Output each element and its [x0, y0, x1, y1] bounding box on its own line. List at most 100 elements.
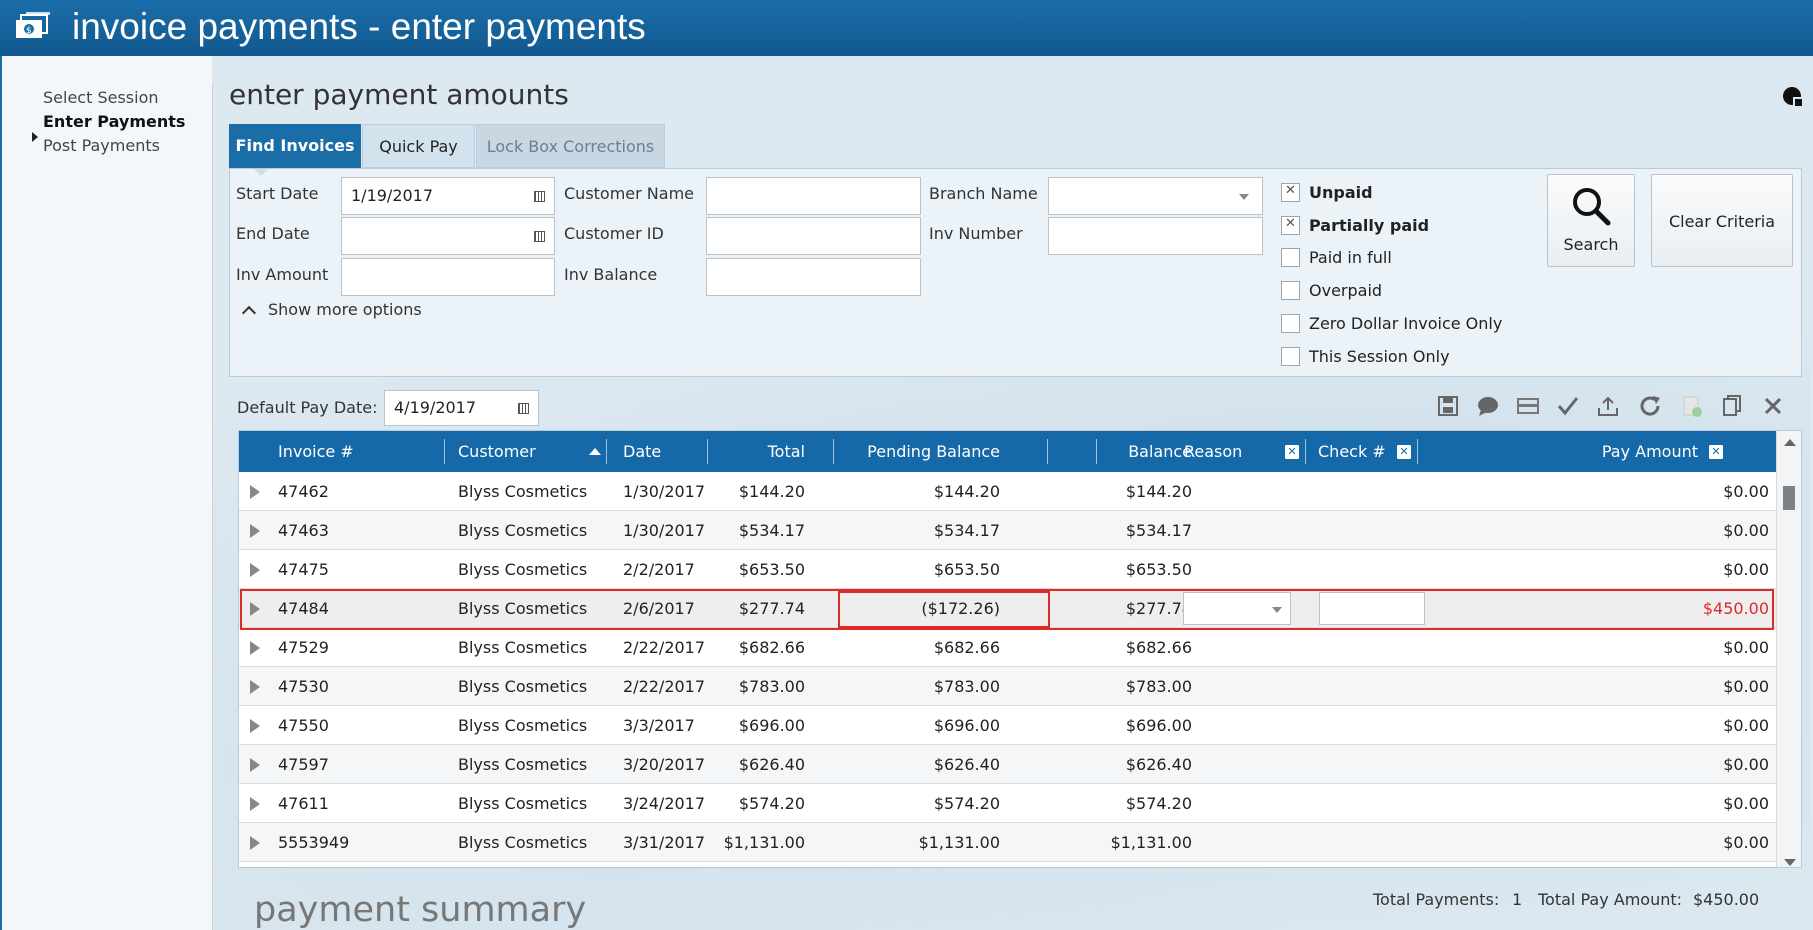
column-header-reason[interactable]: Reason	[1184, 431, 1242, 472]
customer-id-field[interactable]	[706, 217, 921, 255]
partially-paid-checkbox[interactable]	[1281, 216, 1300, 235]
column-header-total[interactable]: Total	[727, 431, 805, 472]
expand-row-icon[interactable]	[250, 563, 260, 577]
calendar-icon[interactable]	[534, 191, 545, 202]
this-session-checkbox[interactable]	[1281, 347, 1300, 366]
column-header-customer[interactable]: Customer	[458, 431, 536, 472]
pay-amount-cell[interactable]: $0.00	[1569, 784, 1769, 823]
invoice-number-cell: 47597	[278, 755, 329, 774]
default-pay-date-value: 4/19/2017	[394, 398, 477, 417]
search-button[interactable]: Search	[1547, 174, 1635, 267]
start-date-field[interactable]: 1/19/2017	[341, 177, 555, 215]
column-separator[interactable]	[1305, 439, 1306, 464]
vertical-scrollbar[interactable]	[1776, 431, 1801, 867]
pay-amount-cell[interactable]: $0.00	[1569, 511, 1769, 550]
balance-cell: $682.66	[1125, 638, 1192, 657]
paid-in-full-checkbox[interactable]	[1281, 248, 1300, 267]
expand-row-icon[interactable]	[250, 719, 260, 733]
pay-amount-cell[interactable]: $450.00	[1569, 589, 1769, 628]
inv-amount-field[interactable]	[341, 258, 555, 296]
calendar-icon[interactable]	[534, 231, 545, 242]
pay-amount-cell[interactable]: $0.00	[1569, 706, 1769, 745]
inv-number-field[interactable]	[1048, 217, 1263, 255]
overpaid-checkbox[interactable]	[1281, 281, 1300, 300]
copy-icon[interactable]	[1720, 394, 1744, 418]
refresh-icon[interactable]	[1638, 394, 1662, 418]
comment-icon[interactable]	[1476, 394, 1500, 418]
default-pay-date-field[interactable]: 4/19/2017	[384, 390, 539, 426]
scroll-down-arrow-icon[interactable]	[1784, 859, 1796, 866]
column-separator[interactable]	[1096, 439, 1097, 464]
expand-row-icon[interactable]	[250, 680, 260, 694]
column-header-balance[interactable]: Balance	[1049, 431, 1192, 472]
column-header-pending-balance[interactable]: Pending Balance	[839, 431, 1000, 472]
unpaid-checkbox[interactable]	[1281, 183, 1300, 202]
pay-amount-cell[interactable]: $0.00	[1569, 550, 1769, 589]
pay-amount-cell[interactable]: $0.00	[1569, 823, 1769, 862]
column-separator[interactable]	[606, 439, 607, 464]
customer-name-field[interactable]	[706, 177, 921, 215]
inv-balance-field[interactable]	[706, 258, 921, 296]
nav-item-post-payments[interactable]: Post Payments	[43, 136, 160, 155]
column-header-date[interactable]: Date	[623, 431, 661, 472]
table-row[interactable]: 5553949 Blyss Cosmetics 3/31/2017 $1,131.00…	[239, 823, 1776, 862]
table-row[interactable]: 47463 Blyss Cosmetics 1/30/2017 $534.17 $534…	[239, 511, 1776, 550]
chevron-down-icon[interactable]	[1272, 607, 1282, 613]
card-icon[interactable]	[1516, 394, 1540, 418]
column-separator[interactable]	[1047, 439, 1048, 464]
nav-item-enter-payments[interactable]: Enter Payments	[43, 112, 185, 131]
remove-pay-amount-column-icon[interactable]: ✕	[1709, 445, 1723, 459]
nav-item-select-session[interactable]: Select Session	[43, 88, 159, 107]
table-row[interactable]: 47462 Blyss Cosmetics 1/30/2017 $144.20 $144…	[239, 472, 1776, 511]
column-header-invoice[interactable]: Invoice #	[278, 431, 354, 472]
chevron-up-icon	[241, 305, 257, 321]
column-header-pay-amount[interactable]: Pay Amount	[1599, 431, 1698, 472]
remove-check-column-icon[interactable]: ✕	[1397, 445, 1411, 459]
expand-row-icon[interactable]	[250, 524, 260, 538]
close-icon[interactable]	[1761, 394, 1785, 418]
expand-row-icon[interactable]	[250, 758, 260, 772]
upload-icon[interactable]	[1596, 394, 1620, 418]
column-separator[interactable]	[833, 439, 834, 464]
check-number-input[interactable]	[1319, 592, 1425, 625]
branch-name-dropdown[interactable]	[1048, 177, 1263, 215]
calendar-icon[interactable]	[518, 403, 529, 414]
column-separator[interactable]	[444, 439, 445, 464]
save-icon[interactable]	[1436, 394, 1460, 418]
scroll-up-arrow-icon[interactable]	[1784, 439, 1796, 446]
checkmark-icon[interactable]	[1556, 394, 1580, 418]
tab-quick-pay[interactable]: Quick Pay	[362, 124, 475, 168]
expand-row-icon[interactable]	[250, 641, 260, 655]
tab-find-invoices[interactable]: Find Invoices	[229, 124, 361, 168]
column-header-check[interactable]: Check #	[1318, 431, 1386, 472]
balance-cell: $277.74	[1125, 599, 1192, 618]
pay-amount-cell[interactable]: $0.00	[1569, 628, 1769, 667]
expand-row-icon[interactable]	[250, 602, 260, 616]
column-separator[interactable]	[1417, 439, 1418, 464]
zero-dollar-checkbox[interactable]	[1281, 314, 1300, 333]
table-row[interactable]: 47597 Blyss Cosmetics 3/20/2017 $626.40 $626…	[239, 745, 1776, 784]
expand-row-icon[interactable]	[250, 797, 260, 811]
table-row[interactable]: 47611 Blyss Cosmetics 3/24/2017 $574.20 $574…	[239, 784, 1776, 823]
remove-reason-column-icon[interactable]: ✕	[1285, 445, 1299, 459]
end-date-field[interactable]	[341, 217, 555, 255]
clear-criteria-button[interactable]: Clear Criteria	[1651, 174, 1793, 267]
table-row[interactable]: 47475 Blyss Cosmetics 2/2/2017 $653.50 $653.…	[239, 550, 1776, 589]
customer-cell: Blyss Cosmetics	[458, 755, 588, 774]
pay-amount-cell[interactable]: $0.00	[1569, 745, 1769, 784]
expand-row-icon[interactable]	[250, 836, 260, 850]
expand-row-icon[interactable]	[250, 485, 260, 499]
sort-ascending-icon[interactable]	[589, 448, 601, 455]
chevron-down-icon[interactable]	[1239, 194, 1249, 200]
table-row[interactable]: 47530 Blyss Cosmetics 2/22/2017 $783.00 $783…	[239, 667, 1776, 706]
user-settings-icon[interactable]	[1782, 86, 1804, 108]
scrollbar-thumb[interactable]	[1783, 486, 1795, 510]
show-more-options-toggle[interactable]: Show more options	[241, 300, 422, 321]
column-separator[interactable]	[707, 439, 708, 464]
table-row[interactable]: 47550 Blyss Cosmetics 3/3/2017 $696.00 $696.…	[239, 706, 1776, 745]
pay-amount-cell[interactable]: $0.00	[1569, 472, 1769, 511]
reason-dropdown[interactable]	[1183, 592, 1291, 625]
pay-amount-cell[interactable]: $0.00	[1569, 667, 1769, 706]
table-row[interactable]: 47484 Blyss Cosmetics 2/6/2017 $277.74 ($172…	[239, 589, 1776, 628]
table-row[interactable]: 47529 Blyss Cosmetics 2/22/2017 $682.66 $682…	[239, 628, 1776, 667]
